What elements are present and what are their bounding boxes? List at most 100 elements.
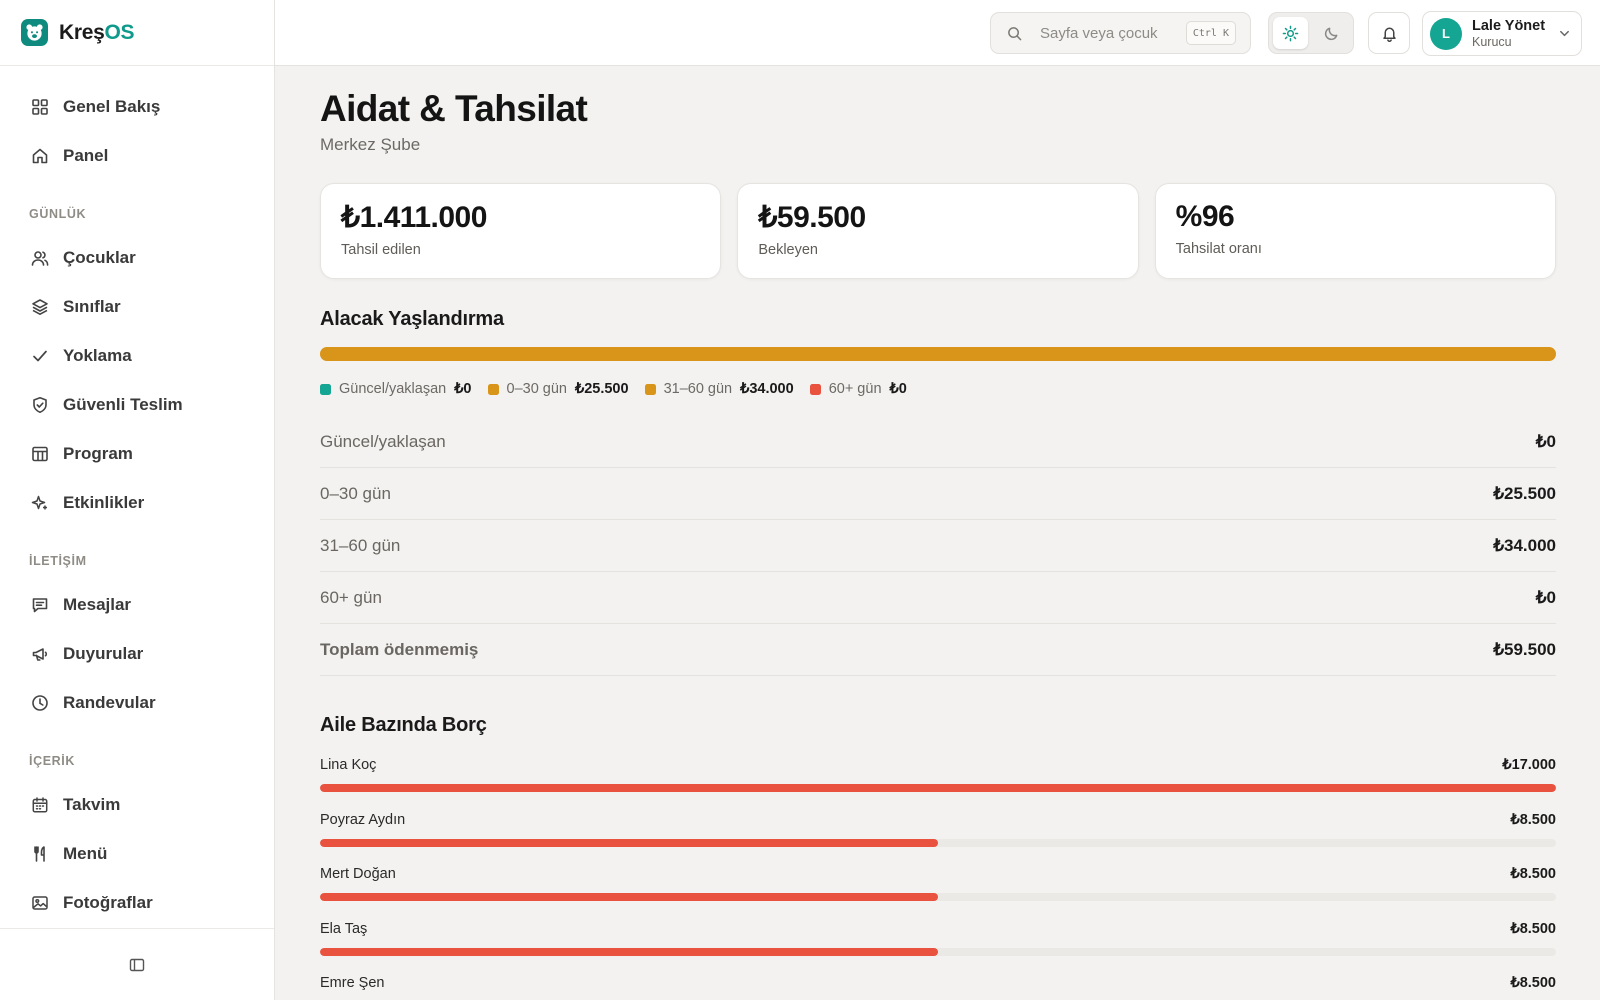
family-debt-item: Poyraz Aydın ₺8.500 [320,810,1556,865]
aging-total-amount: ₺59.500 [1493,639,1556,659]
legend-swatch [809,383,821,395]
sidebar-item-duyurular[interactable]: Duyurular [0,629,274,678]
user-menu[interactable]: L Lale Yönet Kurucu [1422,11,1582,56]
stat-value: ₺1.411.000 [341,201,487,234]
aging-stacked-bar [320,347,1556,361]
legend-label: 60+ gün [828,381,882,397]
theme-toggle [1268,12,1354,54]
aging-section-title: Alacak Yaşlandırma [320,308,504,330]
page-title: Aidat & Tahsilat [320,88,588,129]
sidebar-item-label: Randevular [63,692,156,712]
aging-bar-segment [849,347,1556,361]
family-debt-item: Ela Taş ₺8.500 [320,919,1556,974]
avatar: L [1430,17,1462,50]
sidebar-item-siniflar[interactable]: Sınıflar [0,282,274,331]
stat-value: ₺59.500 [758,201,866,234]
sidebar-item-label: Takvim [63,794,121,814]
main-content: Aidat & Tahsilat Merkez Şube ₺1.411.000 … [320,66,1556,1000]
debt-bar-track [320,947,1556,956]
aging-total-label: Toplam ödenmemiş [320,639,479,659]
sidebar-item-yoklama[interactable]: Yoklama [0,331,274,380]
family-name: Mert Doğan [320,866,396,882]
sidebar-toggle-icon[interactable] [129,957,145,973]
family-amount: ₺8.500 [1510,975,1556,991]
aging-legend: Güncel/yaklaşan ₺0 0–30 gün ₺25.500 31–6… [320,380,1556,398]
dark-theme-button[interactable] [1314,17,1349,49]
sidebar-item-label: Güvenli Teslim [63,394,183,414]
family-name: Ela Taş [320,920,368,937]
image-icon [30,893,50,913]
sidebar-item-guvenli-teslim[interactable]: Güvenli Teslim [0,380,274,429]
aging-row: 0–30 gün ₺25.500 [320,468,1556,520]
debt-bar-track [320,784,1556,792]
user-name: Lale Yönet [1472,17,1546,34]
sidebar-item-takvim[interactable]: Takvim [0,780,274,829]
legend-item: 0–30 gün ₺25.500 [487,381,629,397]
legend-item: 31–60 gün ₺34.000 [644,381,794,397]
legend-value: ₺25.500 [574,381,629,397]
brand-name: KreşOS [59,20,135,44]
sidebar-item-fotograflar[interactable]: Fotoğraflar [0,878,274,927]
sidebar-nav: Genel Bakış Panel GÜNLÜK Çocuklar Sınıfl… [0,66,274,927]
aging-bar-segment [320,347,850,361]
sidebar-item-label: Yoklama [63,345,132,365]
sidebar-item-randevular[interactable]: Randevular [0,678,274,727]
family-debt-list: Lina Koç ₺17.000 Poyraz Aydın ₺8.500 Mer… [320,755,1556,1000]
aging-row-amount: ₺0 [1535,431,1556,451]
table-icon [30,444,50,464]
stat-label: Tahsilat oranı [1175,241,1262,257]
sidebar-item-label: Sınıflar [63,296,121,316]
brand[interactable]: KreşOS [0,0,274,66]
page-subtitle: Merkez Şube [320,135,421,154]
nav-section-title: GÜNLÜK [29,207,87,221]
family-name: Emre Şen [320,975,385,991]
search-placeholder: Sayfa veya çocuk [1040,24,1158,42]
aging-row-amount: ₺34.000 [1493,535,1556,555]
debt-bar-track [320,893,1556,901]
light-theme-button[interactable] [1273,17,1308,49]
sidebar-item-label: Menü [63,843,108,863]
family-amount: ₺17.000 [1502,757,1556,773]
legend-swatch [487,383,499,395]
sidebar-footer [0,928,274,1000]
aging-row-label: 31–60 gün [320,535,401,555]
sparkles-icon [30,493,50,513]
sidebar-item-mesajlar[interactable]: Mesajlar [0,580,274,629]
aging-table: Güncel/yaklaşan ₺0 0–30 gün ₺25.500 31–6… [320,416,1556,676]
stats-row: ₺1.411.000 Tahsil edilen ₺59.500 Bekleye… [320,183,1556,279]
nav-section-title: İÇERİK [29,754,75,768]
bell-icon [1381,25,1398,42]
megaphone-icon [30,644,50,664]
aging-row-amount: ₺0 [1535,587,1556,607]
sidebar-item-menu[interactable]: Menü [0,829,274,878]
notifications-button[interactable] [1368,12,1410,54]
aging-row-label: 60+ gün [320,587,382,607]
family-name: Lina Koç [320,757,377,773]
stat-label: Bekleyen [758,242,818,258]
legend-swatch [644,383,656,395]
sidebar-item-program[interactable]: Program [0,429,274,478]
debt-bar [320,947,938,956]
sidebar-item-genel-bakis[interactable]: Genel Bakış [0,82,274,131]
calendar-icon [30,795,50,815]
aging-row: 31–60 gün ₺34.000 [320,520,1556,572]
sidebar-item-panel[interactable]: Panel [0,131,274,180]
home-icon [30,146,50,166]
topbar: Sayfa veya çocuk Ctrl K L Lale Yönet Kur… [275,0,1600,66]
search-icon [1007,26,1022,41]
stat-card-rate: %96 Tahsilat oranı [1154,183,1556,279]
family-debt-item: Emre Şen ₺8.500 [320,973,1556,1000]
message-icon [30,595,50,615]
stat-label: Tahsil edilen [341,242,421,258]
aging-row: 60+ gün ₺0 [320,572,1556,624]
sidebar-item-cocuklar[interactable]: Çocuklar [0,233,274,282]
users-icon [30,248,50,268]
sidebar-item-label: Program [63,443,133,463]
clock-icon [30,693,50,713]
family-amount: ₺8.500 [1510,920,1556,937]
search-input[interactable]: Sayfa veya çocuk Ctrl K [990,12,1251,54]
legend-item: Güncel/yaklaşan ₺0 [320,381,472,397]
moon-icon [1324,26,1339,41]
user-role: Kurucu [1472,34,1512,49]
sidebar-item-etkinlikler[interactable]: Etkinlikler [0,478,274,527]
